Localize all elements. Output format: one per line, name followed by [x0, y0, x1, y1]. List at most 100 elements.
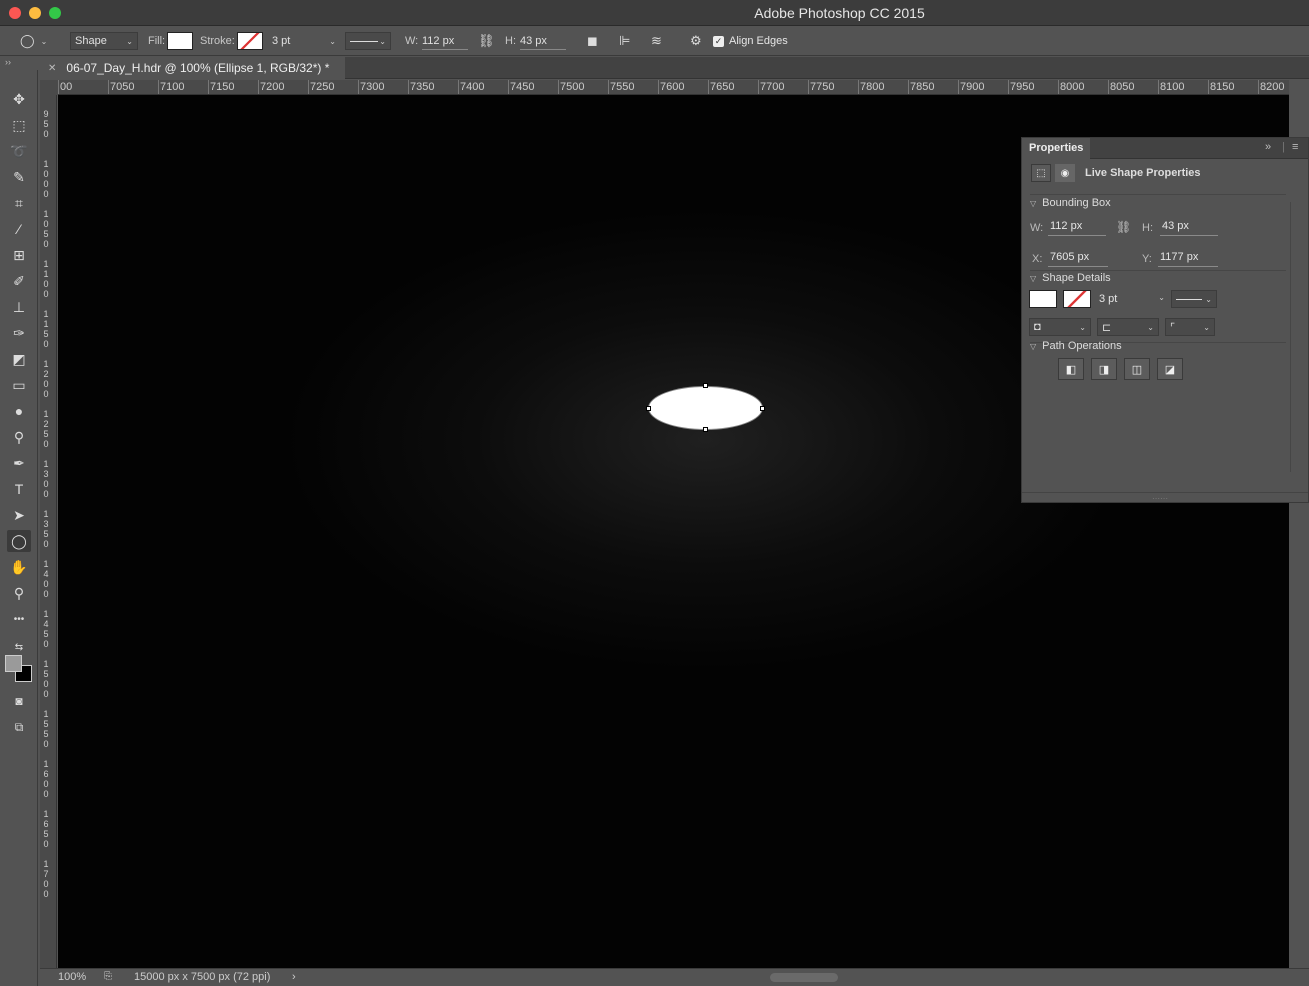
crop-tool[interactable]: ⌗ [7, 192, 31, 214]
properties-scrollbar[interactable] [1290, 202, 1306, 472]
stroke-caps-select[interactable]: ⊏ ⌄ [1097, 318, 1159, 336]
exclude-shapes-icon[interactable]: ◪ [1157, 358, 1183, 380]
stamp-tool[interactable]: ⊥ [7, 296, 31, 318]
shape-details-section-header[interactable]: ▽ Shape Details [1030, 272, 1111, 284]
width-input[interactable]: 112 px [422, 32, 468, 50]
zoom-level[interactable]: 100% [58, 971, 86, 983]
align-edges-label: Align Edges [729, 35, 788, 47]
panel-footer-divider [1022, 492, 1308, 493]
ruler-label: 8200 [1260, 81, 1285, 93]
tool-mode-select[interactable]: Shape ⌄ [70, 32, 138, 50]
shape-stroke-swatch[interactable] [1063, 290, 1091, 308]
stroke-type-select[interactable]: ⌄ [345, 32, 391, 50]
link-icon[interactable]: ⛓ [1116, 220, 1131, 234]
height-input[interactable]: 43 px [520, 32, 566, 50]
intersect-shapes-icon[interactable]: ◫ [1124, 358, 1150, 380]
pen-tool[interactable]: ✒ [7, 452, 31, 474]
shape-stroke-width-select[interactable]: 3 pt ⌄ [1099, 293, 1165, 305]
ruler-tick [1008, 80, 1009, 94]
stroke-corners-select[interactable]: ⌜ ⌄ [1165, 318, 1215, 336]
bbox-width-input[interactable]: 112 px [1048, 220, 1106, 236]
path-operations-section-header[interactable]: ▽ Path Operations [1030, 340, 1122, 352]
bbox-w-label: W: [1030, 222, 1044, 234]
zoom-tool[interactable]: ⚲ [7, 582, 31, 604]
path-operations-icon[interactable]: ◼ [587, 26, 598, 56]
type-tool[interactable]: T [7, 478, 31, 500]
eraser-tool[interactable]: ◩ [7, 348, 31, 370]
combine-shapes-icon[interactable]: ◧ [1058, 358, 1084, 380]
shape-handle-right[interactable] [760, 406, 765, 411]
shape-handle-bottom[interactable] [703, 427, 708, 432]
link-icon[interactable]: ⛓ [478, 26, 495, 56]
ruler-label: 7400 [460, 81, 485, 93]
subtract-shape-icon[interactable]: ◨ [1091, 358, 1117, 380]
tool-preset-picker[interactable]: ◯ ⌄ [20, 26, 47, 56]
screen-mode-icon[interactable]: ⧉ [7, 716, 31, 738]
panel-resize-grip[interactable]: ⋯⋯ [1152, 494, 1168, 503]
lasso-tool[interactable]: ➰ [7, 140, 31, 162]
collapse-panel-icon[interactable]: » [1265, 141, 1271, 153]
stroke-swatch[interactable] [237, 32, 263, 50]
ruler-label: 1 2 5 0 [43, 409, 49, 449]
chevron-right-icon[interactable]: › [292, 971, 296, 983]
ruler-tick [108, 80, 109, 94]
stroke-caps-icon: ⊏ [1102, 321, 1112, 334]
gradient-tool[interactable]: ▭ [7, 374, 31, 396]
dodge-tool[interactable]: ⚲ [7, 426, 31, 448]
eyedropper-tool[interactable]: ⁄ [7, 218, 31, 240]
panel-menu-icon[interactable]: ≡ [1292, 141, 1298, 153]
bbox-y-input[interactable]: 1177 px [1158, 251, 1218, 267]
share-icon[interactable]: ⎘ [104, 971, 112, 982]
align-edges-checkbox[interactable]: ✓ Align Edges [713, 26, 788, 56]
path-select-tool[interactable]: ➤ [7, 504, 31, 526]
frame-tool[interactable]: ⊞ [7, 244, 31, 266]
marquee-tool[interactable]: ⬚ [7, 114, 31, 136]
document-tab[interactable]: ✕ 06-07_Day_H.hdr @ 100% (Ellipse 1, RGB… [40, 57, 345, 79]
bbox-x-input[interactable]: 7605 px [1048, 251, 1108, 267]
ruler-label: 1 4 0 0 [43, 559, 49, 599]
shape-handle-left[interactable] [646, 406, 651, 411]
ruler-label: 7900 [960, 81, 985, 93]
ruler-tick [408, 80, 409, 94]
blur-tool[interactable]: ● [7, 400, 31, 422]
ruler-label: 7700 [760, 81, 785, 93]
history-brush-tool[interactable]: ✑ [7, 322, 31, 344]
live-shape-icon[interactable]: ⬚ [1031, 164, 1051, 182]
more-tools[interactable]: ••• [7, 608, 31, 630]
stroke-align-select[interactable]: ◘ ⌄ [1029, 318, 1091, 336]
shape-handle-top[interactable] [703, 383, 708, 388]
shape-stroke-type-select[interactable]: ⌄ [1171, 290, 1217, 308]
horizontal-scrollbar-thumb[interactable] [770, 973, 838, 982]
move-tool[interactable]: ✥ [7, 88, 31, 110]
path-alignment-icon[interactable]: ⊫ [619, 26, 630, 56]
quick-mask-icon[interactable]: ◙ [7, 690, 31, 712]
path-arrangement-icon[interactable]: ≋ [651, 26, 662, 56]
close-icon[interactable]: ✕ [48, 63, 56, 74]
gear-icon[interactable]: ⚙ [690, 26, 702, 56]
ruler-label: 7250 [310, 81, 335, 93]
fill-swatch[interactable] [167, 32, 193, 50]
ellipse-tool[interactable]: ◯ [7, 530, 31, 552]
ruler-label: 7200 [260, 81, 285, 93]
shape-fill-swatch[interactable] [1029, 290, 1057, 308]
stroke-align-icon: ◘ [1034, 321, 1041, 333]
stroke-width-select[interactable]: 3 pt ⌄ [268, 32, 340, 50]
ellipse-shape[interactable] [648, 386, 763, 430]
ruler-label: 8050 [1110, 81, 1135, 93]
expand-panels-icon[interactable]: ›› [0, 57, 40, 69]
bbox-height-input[interactable]: 43 px [1160, 220, 1218, 236]
color-swatches[interactable] [5, 655, 35, 685]
swap-colors-icon[interactable]: ⇆ [7, 636, 31, 658]
quick-select-tool[interactable]: ✎ [7, 166, 31, 188]
chevron-down-icon: ⌄ [126, 36, 133, 46]
ruler-tick [1208, 80, 1209, 94]
hand-tool[interactable]: ✋ [7, 556, 31, 578]
properties-tab[interactable]: Properties [1022, 138, 1090, 159]
ruler-tick [1108, 80, 1109, 94]
brush-tool[interactable]: ✐ [7, 270, 31, 292]
ruler-label: 7850 [910, 81, 935, 93]
mask-icon[interactable]: ◉ [1055, 164, 1075, 182]
ruler-corner [40, 80, 58, 95]
ruler-label: 1 0 0 0 [43, 159, 49, 199]
bounding-box-section-header[interactable]: ▽ Bounding Box [1030, 197, 1111, 209]
